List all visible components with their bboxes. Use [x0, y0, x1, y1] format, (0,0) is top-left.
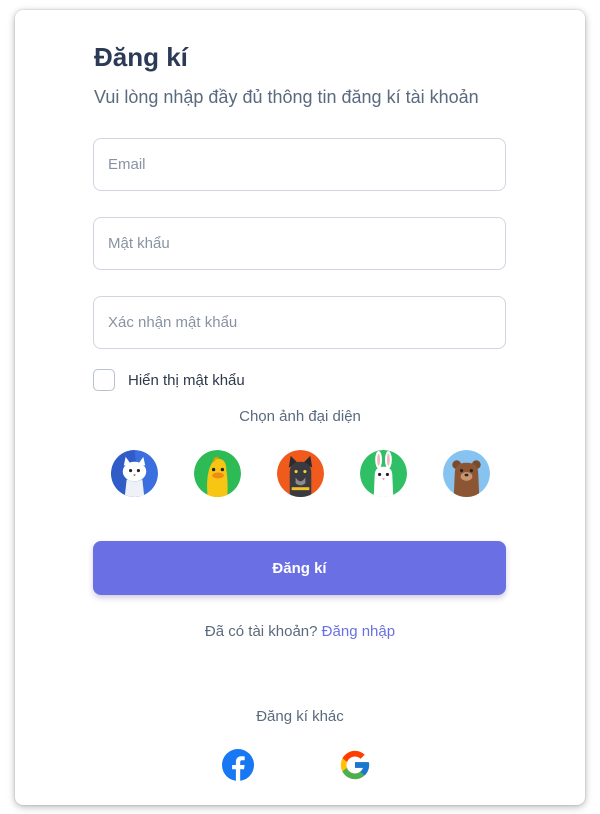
avatar-bear[interactable] [443, 450, 490, 497]
page-subtitle: Vui lòng nhập đầy đủ thông tin đăng kí t… [94, 87, 479, 107]
dog-icon [277, 450, 324, 497]
password-field[interactable] [93, 217, 506, 270]
google-icon [340, 750, 370, 780]
avatar-duck[interactable] [194, 450, 241, 497]
alternative-signup-heading: Đăng kí khác [256, 708, 344, 725]
bear-icon [443, 450, 490, 497]
login-link[interactable]: Đăng nhập [322, 623, 395, 640]
confirm-password-field[interactable] [93, 296, 506, 349]
register-button[interactable]: Đăng kí [93, 541, 506, 595]
rabbit-icon [360, 450, 407, 497]
show-password-toggle[interactable]: Hiển thị mật khẩu [93, 369, 245, 391]
show-password-checkbox[interactable] [93, 369, 115, 391]
login-prompt-text: Đã có tài khoản? [204, 623, 318, 640]
avatar-heading: Chọn ảnh đại diện [239, 408, 361, 425]
google-signup-button[interactable] [338, 748, 372, 782]
avatar-picker [111, 450, 491, 498]
facebook-icon [222, 749, 254, 781]
avatar-cat[interactable] [111, 450, 158, 497]
facebook-signup-button[interactable] [221, 748, 255, 782]
login-prompt: Đã có tài khoản? Đăng nhập [15, 623, 585, 640]
register-card: Đăng kí Vui lòng nhập đầy đủ thông tin đ… [15, 10, 585, 805]
email-field[interactable] [93, 138, 506, 191]
avatar-dog[interactable] [277, 450, 324, 497]
page-title: Đăng kí [94, 42, 188, 72]
duck-icon [194, 450, 241, 497]
cat-icon [111, 450, 158, 497]
show-password-label: Hiển thị mật khẩu [128, 371, 245, 389]
avatar-rabbit[interactable] [360, 450, 407, 497]
